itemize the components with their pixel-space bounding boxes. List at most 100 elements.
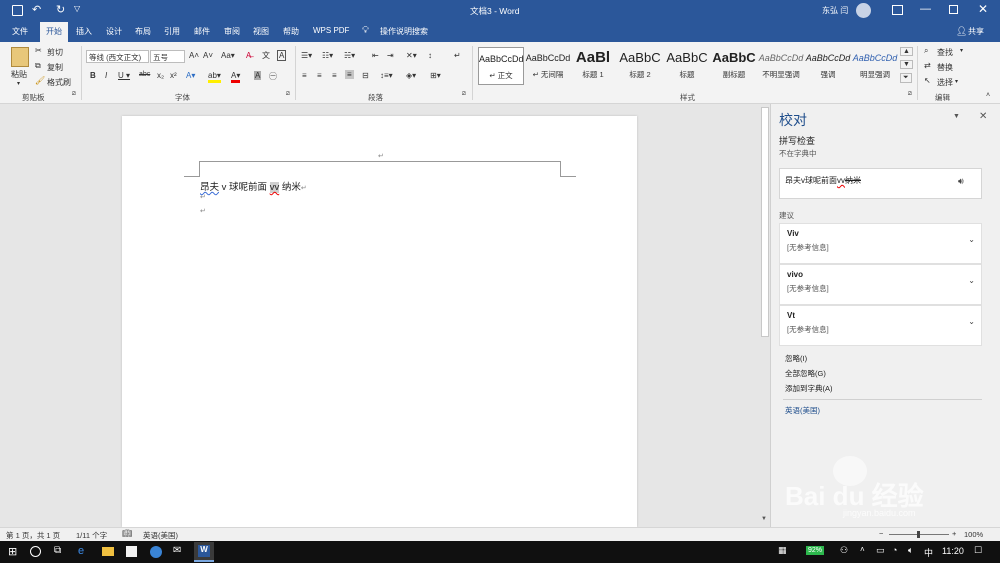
char-shading-icon[interactable]: A xyxy=(254,71,262,80)
clear-formatting-icon[interactable]: A̶ xyxy=(246,51,251,60)
word-count[interactable]: 1/11 个字 xyxy=(76,530,107,541)
align-right-icon[interactable]: ≡ xyxy=(332,71,337,80)
customize-qat-icon[interactable]: ▽ xyxy=(74,4,80,13)
suggestion-item[interactable]: Viv [无参考信息] ⌄ xyxy=(779,223,982,264)
borders-icon[interactable]: ⊞▾ xyxy=(430,71,441,80)
tab-references[interactable]: 引用 xyxy=(164,26,180,37)
paste-button[interactable]: 粘贴 xyxy=(11,69,27,80)
suggestion-item[interactable]: vivo [无参考信息] ⌄ xyxy=(779,264,982,305)
superscript-icon[interactable]: x² xyxy=(170,71,177,80)
language-status[interactable]: 英语(美国) xyxy=(143,530,178,541)
user-name[interactable]: 东弘 闫 xyxy=(822,5,848,16)
tell-me-search[interactable]: 操作说明搜索 xyxy=(380,26,428,37)
style-no-spacing[interactable]: AaBbCcDd ↵ 无间隔 xyxy=(525,47,571,85)
clock-app-icon[interactable] xyxy=(150,546,162,558)
select-icon[interactable]: ↖ xyxy=(924,76,931,85)
copy-button[interactable]: 复制 xyxy=(47,62,63,73)
style-intense-emphasis[interactable]: AaBbCcDd 明显强调 xyxy=(852,47,898,85)
clock-time[interactable]: 11:20 xyxy=(942,546,964,556)
maximize-icon[interactable] xyxy=(949,5,958,14)
add-to-dictionary-link[interactable]: 添加到字典(A) xyxy=(785,383,833,394)
style-heading-1[interactable]: AaBl 标题 1 xyxy=(570,47,616,85)
proofing-status-icon[interactable]: 📖︎ xyxy=(122,529,132,538)
align-center-icon[interactable]: ≡ xyxy=(317,71,322,80)
font-size-select[interactable]: 五号 xyxy=(150,50,185,63)
shading-icon[interactable]: ◈▾ xyxy=(406,71,416,80)
line-spacing-icon[interactable]: ↕≡▾ xyxy=(380,71,393,80)
redo-icon[interactable]: ↻ xyxy=(56,3,65,16)
char-border-icon[interactable]: A xyxy=(277,50,287,61)
scroll-down-icon[interactable]: ▼ xyxy=(761,516,767,522)
style-emphasis[interactable]: AaBbCcDd 强调 xyxy=(805,47,851,85)
start-icon[interactable]: ⊞ xyxy=(8,545,22,559)
zoom-in-icon[interactable]: + xyxy=(952,529,956,538)
pane-options-icon[interactable]: ▼ xyxy=(953,113,960,120)
tab-file[interactable]: 文件 xyxy=(12,26,28,37)
document-page[interactable]: ↵ 昂夫 v 球呢前面 vv 纳米↵ ↵ ↵ xyxy=(122,116,637,527)
paste-icon[interactable] xyxy=(11,47,29,67)
language-link[interactable]: 英语(美国) xyxy=(785,405,820,416)
style-normal[interactable]: AaBbCcDd ↵ 正文 xyxy=(478,47,524,85)
zoom-thumb[interactable] xyxy=(917,531,920,538)
find-icon[interactable]: ⌕ xyxy=(924,46,928,56)
notification-icon[interactable]: ☐ xyxy=(974,545,988,559)
display-icon[interactable]: ▭ xyxy=(876,545,890,559)
justify-icon[interactable]: ≡ xyxy=(345,70,354,79)
cut-button[interactable]: 剪切 xyxy=(47,47,63,58)
numbering-icon[interactable]: ☷▾ xyxy=(322,51,333,60)
task-view-icon[interactable]: ⧉ xyxy=(54,545,68,559)
tab-insert[interactable]: 插入 xyxy=(76,26,92,37)
decrease-indent-icon[interactable]: ⇤ xyxy=(372,51,379,60)
network-icon[interactable]: ◔ xyxy=(892,545,906,559)
distributed-icon[interactable]: ⊟ xyxy=(362,71,369,80)
phonetic-guide-icon[interactable]: 文 xyxy=(262,50,270,61)
ime-indicator[interactable]: 中 xyxy=(924,546,933,559)
format-painter-icon[interactable]: 🖌︎ xyxy=(35,76,45,85)
find-dropdown-icon[interactable]: ▾ xyxy=(960,47,963,54)
text-effects-icon[interactable]: A▾ xyxy=(186,71,195,80)
document-text-line[interactable]: 昂夫 v 球呢前面 vv 纳米↵ xyxy=(200,179,307,193)
change-case-icon[interactable]: Aa▾ xyxy=(221,51,235,60)
close-icon[interactable]: ✕ xyxy=(978,2,988,16)
ignore-all-link[interactable]: 全部忽略(G) xyxy=(785,368,826,379)
align-left-icon[interactable]: ≡ xyxy=(302,71,307,80)
chevron-down-icon[interactable]: ⌄ xyxy=(968,317,975,326)
avatar[interactable] xyxy=(856,3,871,18)
chinese-layout-icon[interactable]: ✕▾ xyxy=(406,51,417,60)
enclose-char-icon[interactable]: ㊀ xyxy=(269,71,277,82)
cortana-icon[interactable] xyxy=(30,546,41,557)
speaker-icon[interactable]: 🔊︎ xyxy=(958,176,964,187)
tab-review[interactable]: 审阅 xyxy=(224,26,240,37)
misspelled-word[interactable]: vv xyxy=(269,182,280,193)
ignore-link[interactable]: 忽略(I) xyxy=(785,353,807,364)
ribbon-display-icon[interactable] xyxy=(892,5,903,15)
edge-icon[interactable]: e xyxy=(78,545,92,559)
font-launcher-icon[interactable]: ⧄ xyxy=(286,91,290,98)
volume-icon[interactable]: 🔈︎ xyxy=(908,545,922,559)
find-button[interactable]: 查找 xyxy=(937,47,953,58)
tab-home[interactable]: 开始 xyxy=(40,22,68,42)
up-arrow-icon[interactable]: ˄ xyxy=(860,545,874,559)
save-icon[interactable] xyxy=(12,5,23,16)
zoom-out-icon[interactable]: − xyxy=(879,529,883,538)
word-taskbar-icon[interactable]: W xyxy=(194,542,214,562)
store-icon[interactable] xyxy=(126,546,137,557)
copy-icon[interactable]: ⧉ xyxy=(35,61,41,71)
subscript-icon[interactable]: x₂ xyxy=(157,71,164,80)
tab-help[interactable]: 帮助 xyxy=(283,26,299,37)
people-icon[interactable]: ⚇ xyxy=(840,545,854,559)
italic-icon[interactable]: I xyxy=(105,71,107,80)
tab-design[interactable]: 设计 xyxy=(106,26,122,37)
select-dropdown-icon[interactable]: ▾ xyxy=(955,78,958,85)
bullets-icon[interactable]: ☰▾ xyxy=(301,51,312,60)
highlight-icon[interactable]: ab▾ xyxy=(208,71,221,83)
font-name-select[interactable]: 等线 (西文正文) xyxy=(86,50,149,63)
styles-more-icon[interactable]: ⏷ xyxy=(900,73,912,83)
share-button[interactable]: 共享 xyxy=(968,26,984,37)
styles-scroll-down-icon[interactable]: ▼ xyxy=(900,60,913,69)
undo-icon[interactable]: ↶ xyxy=(32,3,41,16)
style-subtle-emphasis[interactable]: AaBbCcDd 不明显强调 xyxy=(758,47,804,85)
chevron-down-icon[interactable]: ⌄ xyxy=(968,235,975,244)
font-color-icon[interactable]: A▾ xyxy=(231,71,241,83)
shrink-font-icon[interactable]: A˅ xyxy=(203,51,213,60)
